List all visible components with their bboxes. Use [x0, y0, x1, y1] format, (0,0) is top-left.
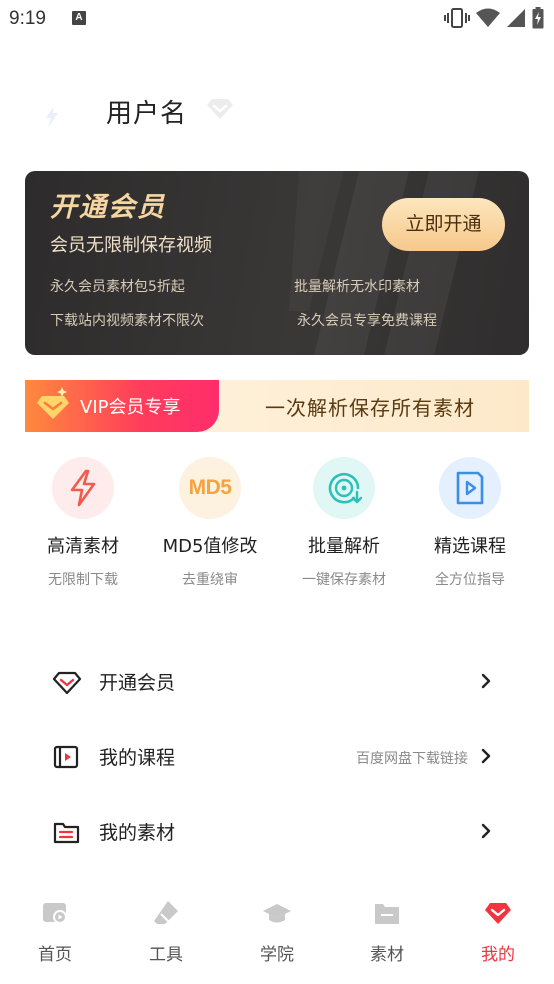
- tab-label: 学院: [260, 945, 294, 965]
- vip-benefit: 下载站内视频素材不限次: [50, 313, 204, 329]
- tab-label: 我的: [481, 945, 515, 965]
- bottom-tab-bar: 首页 工具 学院 素材 我的: [0, 884, 554, 984]
- chevron-right-icon: [481, 748, 491, 764]
- menu-label: 开通会员: [99, 672, 176, 694]
- vip-card-title: 开通会员: [50, 192, 166, 223]
- menu-my-courses[interactable]: 我的课程 百度网盘下载链接: [0, 726, 554, 786]
- gem-icon: [485, 903, 511, 924]
- feature-icon-bg: [439, 457, 501, 519]
- avatar[interactable]: [36, 100, 68, 132]
- wifi-icon: [476, 8, 500, 27]
- lightning-icon: [70, 469, 96, 507]
- tab-mine[interactable]: 我的: [458, 898, 538, 965]
- feature-hd-material[interactable]: 高清素材 无限制下载: [18, 457, 148, 589]
- feature-title: 高清素材: [47, 536, 119, 557]
- feature-subtitle: 去重绕审: [182, 572, 238, 588]
- signal-icon: [507, 9, 525, 27]
- battery-icon: [532, 7, 544, 29]
- vip-diamond-icon: [207, 99, 233, 119]
- tab-tools[interactable]: 工具: [126, 898, 206, 965]
- folder-icon: [53, 822, 80, 844]
- eraser-icon: [154, 901, 178, 924]
- vip-card[interactable]: 开通会员 会员无限制保存视频 立即开通 永久会员素材包5折起 批量解析无水印素材…: [25, 171, 529, 355]
- video-course-icon: [53, 745, 79, 769]
- graduation-cap-icon: [263, 904, 291, 923]
- status-icons: [444, 7, 544, 29]
- tab-academy[interactable]: 学院: [237, 898, 317, 965]
- status-bar: 9:19 A: [0, 0, 554, 38]
- video-book-icon: [456, 471, 484, 505]
- feature-subtitle: 全方位指导: [435, 572, 505, 588]
- feature-subtitle: 一键保存素材: [302, 572, 386, 588]
- gold-diamond-icon: [37, 387, 69, 419]
- feature-courses[interactable]: 精选课程 全方位指导: [405, 457, 535, 589]
- username[interactable]: 用户名: [106, 93, 187, 130]
- md5-icon: MD5: [188, 476, 232, 499]
- vip-benefit: 永久会员素材包5折起: [50, 279, 185, 295]
- menu-label: 我的课程: [99, 747, 176, 769]
- feature-md5[interactable]: MD5 MD5值修改 去重绕审: [145, 457, 275, 589]
- feature-icon-bg: [313, 457, 375, 519]
- promo-label: VIP会员专享: [80, 397, 181, 418]
- promo-tag: VIP会员专享: [25, 380, 219, 432]
- diamond-icon: [52, 671, 82, 695]
- chevron-right-icon: [481, 823, 491, 839]
- status-time: 9:19: [9, 8, 46, 29]
- feature-icon-bg: [52, 457, 114, 519]
- menu-note: 百度网盘下载链接: [356, 751, 468, 767]
- activate-now-button[interactable]: 立即开通: [382, 198, 505, 251]
- menu-label: 我的素材: [99, 822, 176, 844]
- chevron-right-icon: [481, 673, 491, 689]
- tab-home[interactable]: 首页: [15, 898, 95, 965]
- notification-a-icon: A: [72, 11, 86, 25]
- disc-download-icon: [328, 472, 363, 504]
- promo-text: 一次解析保存所有素材: [265, 396, 475, 420]
- menu-open-vip[interactable]: 开通会员: [0, 651, 554, 711]
- tab-label: 工具: [149, 945, 183, 965]
- tab-materials[interactable]: 素材: [347, 898, 427, 965]
- vip-promo-banner[interactable]: VIP会员专享 一次解析保存所有素材: [25, 380, 529, 432]
- feature-icon-bg: MD5: [179, 457, 241, 519]
- vip-benefit: 批量解析无水印素材: [294, 279, 420, 295]
- folder-icon: [375, 904, 399, 924]
- feature-title: MD5值修改: [162, 536, 258, 557]
- vibrate-icon: [444, 8, 470, 28]
- tab-label: 首页: [38, 945, 72, 965]
- feature-title: 精选课程: [434, 536, 506, 557]
- menu-my-materials[interactable]: 我的素材: [0, 801, 554, 861]
- tab-label: 素材: [370, 945, 404, 965]
- feature-subtitle: 无限制下载: [48, 572, 118, 588]
- home-icon: [43, 903, 67, 924]
- feature-batch-parse[interactable]: 批量解析 一键保存素材: [279, 457, 409, 589]
- feature-title: 批量解析: [308, 536, 380, 557]
- vip-card-subtitle: 会员无限制保存视频: [50, 235, 212, 256]
- vip-benefit: 永久会员专享免费课程: [297, 313, 437, 329]
